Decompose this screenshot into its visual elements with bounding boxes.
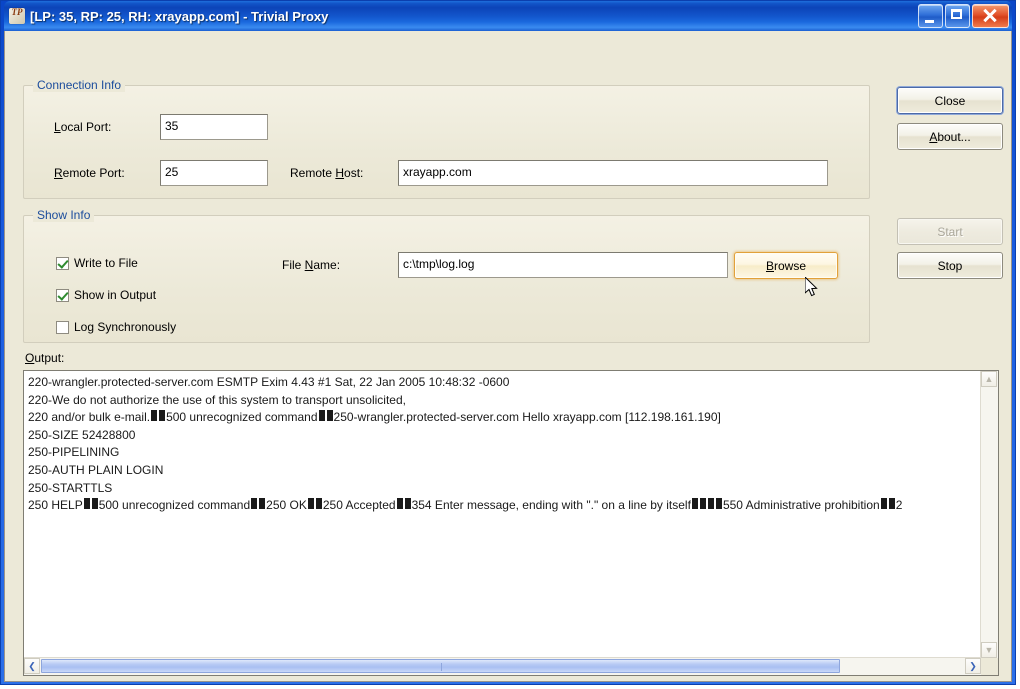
paragraph-mark-icon: ¶ xyxy=(315,498,322,510)
app-icon xyxy=(9,7,25,24)
remote-host-label: Remote Host: xyxy=(290,166,363,180)
scroll-right-icon[interactable]: ❯ xyxy=(965,658,981,674)
checkbox-show-in-output[interactable]: Show in Output xyxy=(56,288,156,302)
title-bar[interactable]: [LP: 35, RP: 25, RH: xrayapp.com] - Triv… xyxy=(4,1,1012,31)
paragraph-mark-icon: ¶ xyxy=(326,410,333,422)
about-button[interactable]: About... xyxy=(897,123,1003,150)
remote-host-label-text: ost: xyxy=(344,166,364,180)
output-line: 250-AUTH PLAIN LOGIN xyxy=(28,462,164,477)
checkbox-icon-checked xyxy=(56,288,69,302)
scrollbar-corner xyxy=(981,658,998,675)
browse-label-text: rowse xyxy=(774,258,807,273)
checkbox-icon-unchecked xyxy=(56,320,69,334)
output-label: Output: xyxy=(25,351,64,365)
output-text-content: 220-wrangler.protected-server.com ESMTP … xyxy=(28,374,980,515)
scroll-down-icon[interactable]: ▼ xyxy=(981,642,997,658)
paragraph-mark-icon: ¶ xyxy=(83,498,90,510)
connection-info-group: Connection Info Local Port: 35 Remote Po… xyxy=(23,78,870,199)
remote-port-label-text: emote Port: xyxy=(62,166,125,180)
client-area: Connection Info Local Port: 35 Remote Po… xyxy=(4,31,1012,682)
output-line: 220-wrangler.protected-server.com ESMTP … xyxy=(28,375,510,389)
output-textarea[interactable]: 220-wrangler.protected-server.com ESMTP … xyxy=(23,370,999,676)
maximize-icon[interactable] xyxy=(945,4,970,28)
output-line: 220-We do not authorize the use of this … xyxy=(28,392,406,407)
remote-port-accel: R xyxy=(54,166,63,180)
paragraph-mark-icon: ¶ xyxy=(307,498,314,510)
horizontal-scroll-thumb[interactable] xyxy=(41,659,840,673)
connection-info-caption: Connection Info xyxy=(33,78,126,92)
output-line: 250-PIPELINING xyxy=(28,445,120,460)
scroll-up-icon[interactable]: ▲ xyxy=(981,371,997,387)
output-line: 250-STARTTLS xyxy=(28,480,113,495)
paragraph-mark-icon: ¶ xyxy=(888,498,895,510)
remote-port-input[interactable]: 25 xyxy=(160,160,268,186)
stop-button[interactable]: Stop xyxy=(897,252,1003,279)
output-vertical-scrollbar[interactable]: ▲ ▼ xyxy=(980,371,998,658)
paragraph-mark-icon: ¶ xyxy=(707,498,714,510)
paragraph-mark-icon: ¶ xyxy=(715,498,722,510)
checkbox-log-synchronously[interactable]: Log Synchronously xyxy=(56,320,176,334)
browse-button-label: Browse xyxy=(766,260,806,272)
paragraph-mark-icon: ¶ xyxy=(396,498,403,510)
browse-accel: B xyxy=(765,258,774,273)
show-info-caption: Show Info xyxy=(33,208,95,222)
close-button[interactable]: Close xyxy=(897,87,1003,114)
output-label-text: utput: xyxy=(34,351,65,365)
window-title: [LP: 35, RP: 25, RH: xrayapp.com] - Triv… xyxy=(30,8,329,24)
about-label-text: bout... xyxy=(937,129,971,144)
remote-host-label-pre: Remote xyxy=(290,166,336,180)
paragraph-mark-icon: ¶ xyxy=(159,410,166,422)
file-name-label-text: ame: xyxy=(313,258,341,272)
paragraph-mark-icon: ¶ xyxy=(251,498,258,510)
paragraph-mark-icon: ¶ xyxy=(404,498,411,510)
caption-button-group xyxy=(918,4,1009,28)
application-window: [LP: 35, RP: 25, RH: xrayapp.com] - Triv… xyxy=(0,0,1016,685)
local-port-input[interactable]: 35 xyxy=(160,114,268,140)
local-port-accel: L xyxy=(54,120,61,134)
minimize-icon[interactable] xyxy=(918,4,943,28)
checkbox-show-in-output-label: Show in Output xyxy=(74,288,157,302)
remote-host-accel: H xyxy=(335,166,345,180)
output-line: 250-SIZE 52428800 xyxy=(28,427,136,442)
start-button: Start xyxy=(897,218,1003,245)
file-name-input[interactable]: c:\tmp\log.log xyxy=(398,252,728,278)
paragraph-mark-icon: ¶ xyxy=(259,498,266,510)
about-button-label: About... xyxy=(929,131,970,143)
checkbox-icon-checked xyxy=(56,256,69,270)
local-port-label: Local Port: xyxy=(54,120,111,134)
remote-port-label: Remote Port: xyxy=(54,166,125,180)
paragraph-mark-icon: ¶ xyxy=(699,498,706,510)
paragraph-mark-icon: ¶ xyxy=(91,498,98,510)
scroll-left-icon[interactable]: ❮ xyxy=(24,658,40,674)
remote-host-input[interactable]: xrayapp.com xyxy=(398,160,828,186)
browse-button[interactable]: Browse xyxy=(734,252,838,279)
paragraph-mark-icon: ¶ xyxy=(880,498,887,510)
paragraph-mark-icon: ¶ xyxy=(691,498,698,510)
local-port-label-text: ocal Port: xyxy=(60,120,112,134)
output-line: 220 and/or bulk e-mail.¶¶500 unrecognize… xyxy=(28,410,721,425)
output-horizontal-scrollbar[interactable]: ❮ ❯ xyxy=(24,657,981,675)
checkbox-write-to-file-label: Write to File xyxy=(74,256,138,270)
show-info-group: Show Info Write to File Show in Output L… xyxy=(23,208,870,343)
output-accel: O xyxy=(25,351,35,365)
checkbox-write-to-file[interactable]: Write to File xyxy=(56,256,138,270)
checkbox-log-synchronously-label: Log Synchronously xyxy=(74,320,177,334)
file-name-label: File Name: xyxy=(282,258,340,272)
output-line: 250 HELP¶¶500 unrecognized command¶¶250 … xyxy=(28,498,903,513)
paragraph-mark-icon: ¶ xyxy=(318,410,325,422)
paragraph-mark-icon: ¶ xyxy=(151,410,158,422)
file-name-label-pre: File xyxy=(282,258,305,272)
close-icon[interactable] xyxy=(972,4,1009,28)
